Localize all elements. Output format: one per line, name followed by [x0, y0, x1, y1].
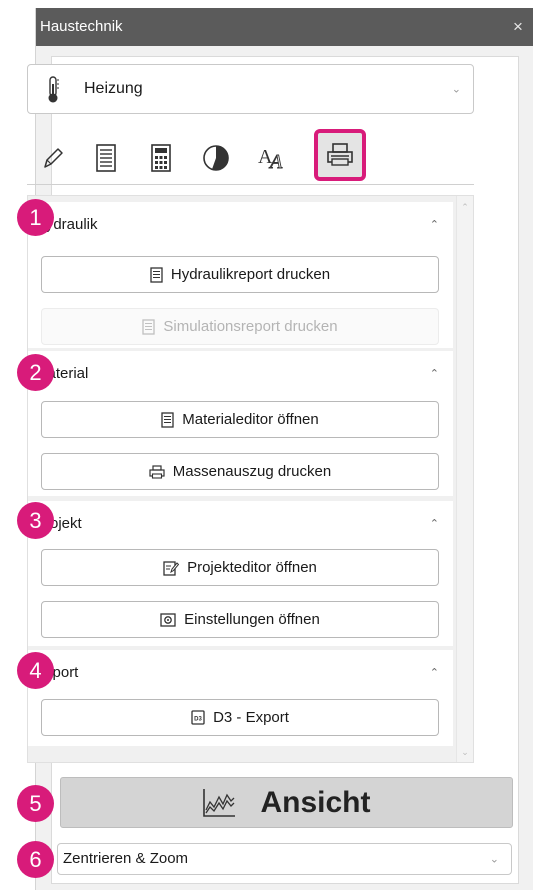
section-hydraulik: Hydraulik ⌃ Hydraulikreport drucken Simu… — [28, 202, 453, 348]
printer-icon — [149, 464, 165, 479]
scroll-up-icon[interactable]: ⌃ — [457, 202, 473, 213]
scroll-down-icon[interactable]: ⌄ — [457, 747, 473, 758]
system-dropdown[interactable]: Heizung ⌄ — [27, 64, 474, 114]
pencil-icon — [44, 148, 63, 168]
thermometer-icon — [46, 76, 60, 109]
button-label: Simulationsreport drucken — [163, 318, 338, 335]
close-icon[interactable]: × — [510, 8, 526, 46]
pie-chart-icon — [203, 145, 229, 171]
projekteditor-button[interactable]: Projekteditor öffnen — [41, 549, 439, 586]
button-label: Massenauszug drucken — [172, 463, 332, 480]
zoom-dropdown[interactable]: Zentrieren & Zoom ⌄ — [57, 843, 512, 875]
section-header-material[interactable]: Material ⌃ — [28, 351, 453, 397]
section-header-projekt[interactable]: Projekt ⌃ — [28, 501, 453, 547]
calculator-icon — [151, 144, 171, 172]
document-icon — [161, 411, 174, 428]
button-label: Hydraulikreport drucken — [170, 266, 331, 283]
tab-calculator[interactable] — [137, 136, 185, 180]
section-header-export[interactable]: Export ⌃ — [28, 650, 453, 696]
scrollbar[interactable]: ⌃ ⌄ — [456, 196, 473, 762]
svg-text:D3: D3 — [194, 717, 202, 723]
callout-badge-2: 2 — [17, 354, 54, 391]
d3-export-button[interactable]: D3 D3 - Export — [41, 699, 439, 736]
button-label: Einstellungen öffnen — [184, 611, 320, 628]
edit-document-icon — [163, 560, 180, 576]
massenauszug-button[interactable]: Massenauszug drucken — [41, 453, 439, 490]
d3-file-icon: D3 — [191, 710, 205, 725]
ansicht-label: Ansicht — [260, 785, 371, 819]
tab-list[interactable] — [82, 136, 130, 180]
settings-icon — [160, 612, 176, 627]
tab-divider — [27, 184, 474, 185]
title-bar: Haustechnik × — [36, 8, 533, 46]
panel-title: Haustechnik — [40, 18, 123, 35]
materialeditor-button[interactable]: Materialeditor öffnen — [41, 401, 439, 438]
callout-badge-3: 3 — [17, 502, 54, 539]
button-label: Projekteditor öffnen — [187, 559, 317, 576]
callout-badge-1: 1 — [17, 199, 54, 236]
callout-badge-4: 4 — [17, 652, 54, 689]
chevron-up-icon: ⌃ — [429, 368, 439, 380]
svg-text:A: A — [268, 151, 283, 172]
section-export: Export ⌃ D3 D3 - Export — [28, 650, 453, 746]
chevron-down-icon: ⌄ — [451, 83, 461, 96]
chevron-up-icon: ⌃ — [429, 219, 439, 231]
tab-statistics[interactable] — [192, 136, 240, 180]
list-icon — [96, 144, 116, 172]
document-icon — [142, 318, 156, 335]
print-options-list: Hydraulik ⌃ Hydraulikreport drucken Simu… — [27, 195, 474, 763]
simulationsreport-button[interactable]: Simulationsreport drucken — [41, 308, 439, 345]
text-style-icon: A A — [258, 146, 283, 172]
section-material: Material ⌃ Materialeditor öffnen Massena… — [28, 351, 453, 496]
section-projekt: Projekt ⌃ Projekteditor öffnen Einstellu… — [28, 501, 453, 646]
hydraulikreport-button[interactable]: Hydraulikreport drucken — [41, 256, 439, 293]
ansicht-button[interactable]: Ansicht — [60, 777, 513, 828]
einstellungen-button[interactable]: Einstellungen öffnen — [41, 601, 439, 638]
chart-icon — [203, 788, 236, 817]
tab-edit[interactable] — [29, 136, 77, 180]
button-label: Materialeditor öffnen — [182, 411, 319, 428]
tab-text-style[interactable]: A A — [249, 136, 297, 180]
tool-tabs: A A — [27, 128, 474, 196]
callout-badge-5: 5 — [17, 785, 54, 822]
printer-icon — [327, 143, 353, 166]
document-icon — [150, 266, 163, 283]
callout-badge-6: 6 — [17, 841, 54, 878]
chevron-down-icon: ⌄ — [489, 853, 499, 866]
section-header-hydraulik[interactable]: Hydraulik ⌃ — [28, 202, 453, 248]
button-label: D3 - Export — [213, 709, 289, 726]
chevron-up-icon: ⌃ — [429, 667, 439, 679]
zoom-dropdown-value: Zentrieren & Zoom — [63, 850, 189, 867]
tab-print[interactable] — [314, 129, 366, 181]
chevron-up-icon: ⌃ — [429, 518, 439, 530]
system-dropdown-value: Heizung — [84, 80, 143, 97]
